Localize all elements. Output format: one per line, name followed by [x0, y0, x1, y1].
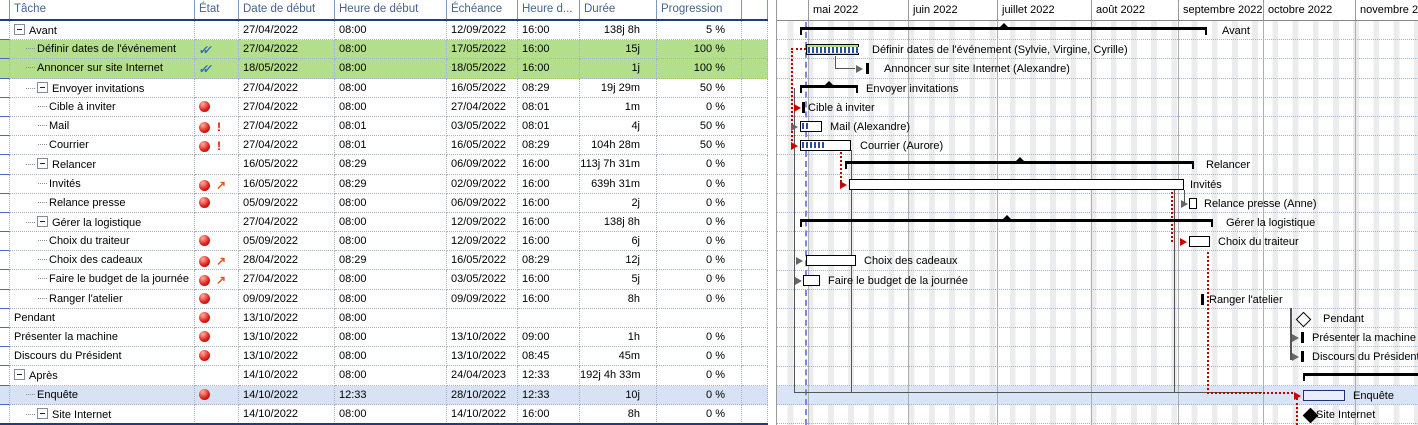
month-label: juin 2022 — [913, 4, 958, 16]
gantt-task-label: Gérer la logistique — [1226, 217, 1315, 229]
gantt-task-label: Faire le budget de la journée — [828, 275, 968, 287]
gantt-row[interactable] — [777, 309, 1418, 328]
gantt-task-label: Enquête — [1353, 390, 1394, 402]
month-separator — [1091, 0, 1092, 21]
dependency-arrow-icon — [1294, 392, 1301, 400]
gantt-task-label: Pendant — [1323, 313, 1364, 325]
gantt-left-border — [776, 0, 777, 425]
dependency-line — [835, 68, 855, 69]
gantt-task-label: Avant — [1222, 25, 1250, 37]
gantt-task-label: Envoyer invitations — [866, 83, 958, 95]
gantt-task-label: Relancer — [1206, 159, 1250, 171]
gantt-task-bar[interactable] — [849, 179, 1184, 190]
month-gridline — [808, 21, 809, 425]
gantt-task-label: Ranger l'atelier — [1209, 294, 1283, 306]
gantt-task-label: Annoncer sur site Internet (Alexandre) — [884, 63, 1070, 75]
critical-dependency-line — [1296, 398, 1298, 425]
dependency-arrow-icon — [794, 104, 801, 112]
gantt-task-label: Définir dates de l'événement (Sylvie, Vi… — [872, 44, 1128, 56]
gantt-task-label: Invités — [1190, 179, 1222, 191]
gantt-task-label: Choix des cadeaux — [864, 255, 958, 267]
gantt-task-bar[interactable] — [806, 255, 856, 266]
gantt-row[interactable] — [777, 367, 1418, 386]
critical-dependency-line — [791, 48, 806, 50]
gantt-row[interactable] — [777, 194, 1418, 213]
task-progress-stripes — [802, 123, 810, 129]
dependency-arrow-icon — [1180, 238, 1187, 246]
dependency-arrow-icon — [791, 123, 798, 131]
gantt-task-bar[interactable] — [1303, 390, 1345, 401]
task-progress-stripes — [808, 47, 859, 53]
month-separator — [1355, 0, 1356, 21]
month-separator — [997, 0, 998, 21]
gantt-project-window: TâcheÉtatDate de débutHeure de débutÉché… — [0, 0, 1418, 425]
task-progress-stripes — [802, 142, 824, 148]
gantt-task-tick[interactable] — [802, 102, 805, 113]
month-label: septembre 2022 — [1183, 4, 1263, 16]
gantt-task-bar[interactable] — [800, 121, 822, 132]
dependency-arrow-icon — [1292, 334, 1299, 342]
gantt-task-bar[interactable] — [800, 140, 851, 151]
project-start-line — [805, 22, 807, 425]
month-separator — [1263, 0, 1264, 21]
dependency-arrow-icon — [856, 65, 863, 73]
gantt-task-tick[interactable] — [1201, 294, 1204, 305]
gantt-task-tick[interactable] — [1301, 351, 1304, 362]
month-separator — [1178, 0, 1179, 21]
gantt-row[interactable] — [777, 21, 1418, 40]
gantt-task-label: Courrier (Aurore) — [860, 140, 943, 152]
month-label: mai 2022 — [813, 4, 858, 16]
summary-caret — [1002, 215, 1012, 220]
gantt-row[interactable] — [777, 213, 1418, 232]
dependency-arrow-icon — [840, 181, 847, 189]
dependency-arrow-icon — [791, 142, 798, 150]
month-separator — [908, 0, 909, 21]
dependency-arrow-icon — [1292, 353, 1299, 361]
gantt-task-label: Présenter la machine — [1312, 332, 1416, 344]
month-gridline — [1178, 21, 1179, 425]
month-label: novembre 2022 — [1360, 4, 1418, 16]
month-gridline — [1355, 21, 1356, 425]
gantt-task-label: Mail (Alexandre) — [830, 121, 910, 133]
gantt-row[interactable] — [777, 155, 1418, 174]
gantt-row[interactable] — [777, 59, 1418, 78]
dependency-arrow-icon — [1181, 200, 1188, 208]
gantt-task-tick[interactable] — [1301, 332, 1304, 343]
gantt-row[interactable] — [777, 290, 1418, 309]
month-separator — [808, 0, 809, 21]
month-label: octobre 2022 — [1268, 4, 1332, 16]
gantt-task-bar[interactable] — [1189, 236, 1210, 247]
critical-dependency-line — [791, 48, 793, 148]
gantt-task-bar[interactable] — [1189, 198, 1197, 209]
month-gridline — [1091, 21, 1092, 425]
gantt-row[interactable] — [777, 232, 1418, 251]
month-gridline — [997, 21, 998, 425]
gantt-task-bar[interactable] — [803, 275, 820, 286]
timeline-header: mai 2022 juin 2022 juillet 2022 août 2022 se… — [776, 0, 1418, 21]
critical-dependency-line — [1207, 392, 1293, 394]
dependency-line — [794, 392, 1262, 393]
gantt-task-tick[interactable] — [866, 63, 869, 74]
month-label: août 2022 — [1096, 4, 1145, 16]
gantt-task-label: Cible à inviter — [808, 102, 875, 114]
gantt-task-label: Choix du traiteur — [1218, 236, 1299, 248]
critical-dependency-line — [1171, 192, 1173, 242]
critical-dependency-line — [1207, 252, 1209, 394]
gantt-task-label: Site Internet — [1316, 409, 1375, 421]
month-gridline — [908, 21, 909, 425]
gantt-chart: Avant Définir dates de l'événement (Sylvi… — [0, 0, 1418, 425]
dependency-arrow-icon — [795, 277, 802, 285]
month-label: juillet 2022 — [1002, 4, 1055, 16]
gantt-task-label: Relance presse (Anne) — [1204, 198, 1317, 210]
gantt-summary-bar[interactable] — [1303, 373, 1418, 376]
gantt-task-label: Discours du Président — [1312, 351, 1418, 363]
gantt-task-bar[interactable] — [806, 44, 859, 55]
critical-dependency-line — [840, 152, 842, 182]
dependency-arrow-icon — [796, 257, 803, 265]
summary-caret — [1015, 157, 1025, 162]
summary-caret — [999, 23, 1009, 28]
summary-caret — [824, 81, 834, 86]
dependency-line — [794, 88, 795, 393]
